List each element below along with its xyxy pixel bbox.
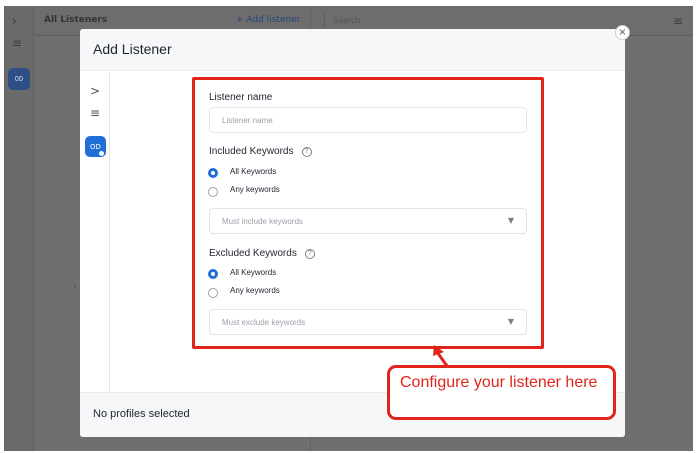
help-icon[interactable]: ? xyxy=(301,147,312,157)
must-include-keywords-select[interactable]: Must include keywords ▼ xyxy=(209,208,527,234)
expand-icon[interactable]: > xyxy=(90,84,100,98)
background-avatar: OD xyxy=(8,68,30,90)
modal-title: Add Listener xyxy=(93,41,172,57)
included-keywords-label-text: Included Keywords xyxy=(209,146,294,157)
background-search: Search xyxy=(324,12,574,30)
listener-name-input[interactable]: Listener name xyxy=(209,107,527,133)
chevron-down-icon: ▼ xyxy=(507,317,514,326)
avatar-status-icon xyxy=(98,150,105,157)
background-filter-icon: ≡ xyxy=(12,36,23,50)
included-any-keywords-radio[interactable] xyxy=(208,187,218,197)
excluded-keywords-label: Excluded Keywords? xyxy=(209,248,315,259)
chevron-down-icon: ▼ xyxy=(507,216,514,225)
listener-form: Listener name Listener name Included Key… xyxy=(192,77,544,349)
must-include-placeholder: Must include keywords xyxy=(222,217,303,226)
listener-name-label: Listener name xyxy=(209,92,273,103)
included-keywords-label: Included Keywords? xyxy=(209,146,312,157)
background-expand-icon: › xyxy=(12,14,17,28)
included-all-keywords-option[interactable]: All Keywords xyxy=(230,167,276,176)
close-icon[interactable]: × xyxy=(615,25,630,40)
modal-header: Add Listener xyxy=(80,29,625,71)
listener-name-placeholder: Listener name xyxy=(222,116,273,125)
excluded-keywords-label-text: Excluded Keywords xyxy=(209,248,297,259)
help-icon[interactable]: ? xyxy=(304,249,315,259)
background-sidebar: › ≡ OD xyxy=(4,6,34,451)
background-chevron-icon: › xyxy=(73,281,77,292)
included-all-keywords-radio[interactable] xyxy=(208,168,218,178)
filter-icon[interactable]: ≡ xyxy=(90,106,100,120)
background-filter-icon-right: ≡ xyxy=(672,14,683,28)
must-exclude-keywords-select[interactable]: Must exclude keywords ▼ xyxy=(209,309,527,335)
must-exclude-placeholder: Must exclude keywords xyxy=(222,318,306,327)
background-add-listener-link: + Add listener xyxy=(236,15,301,25)
excluded-all-keywords-option[interactable]: All Keywords xyxy=(230,268,276,277)
modal-sidebar: > ≡ OD xyxy=(80,72,110,392)
screenshot-frame: › ≡ OD All Listeners + Add listener Sear… xyxy=(0,0,697,453)
annotation-callout: Configure your listener here xyxy=(387,365,616,420)
excluded-any-keywords-option[interactable]: Any keywords xyxy=(230,286,280,295)
included-any-keywords-option[interactable]: Any keywords xyxy=(230,185,280,194)
selected-profiles-status: No profiles selected xyxy=(93,408,190,420)
background-title: All Listeners xyxy=(44,15,108,25)
excluded-any-keywords-radio[interactable] xyxy=(208,288,218,298)
excluded-all-keywords-radio[interactable] xyxy=(208,269,218,279)
